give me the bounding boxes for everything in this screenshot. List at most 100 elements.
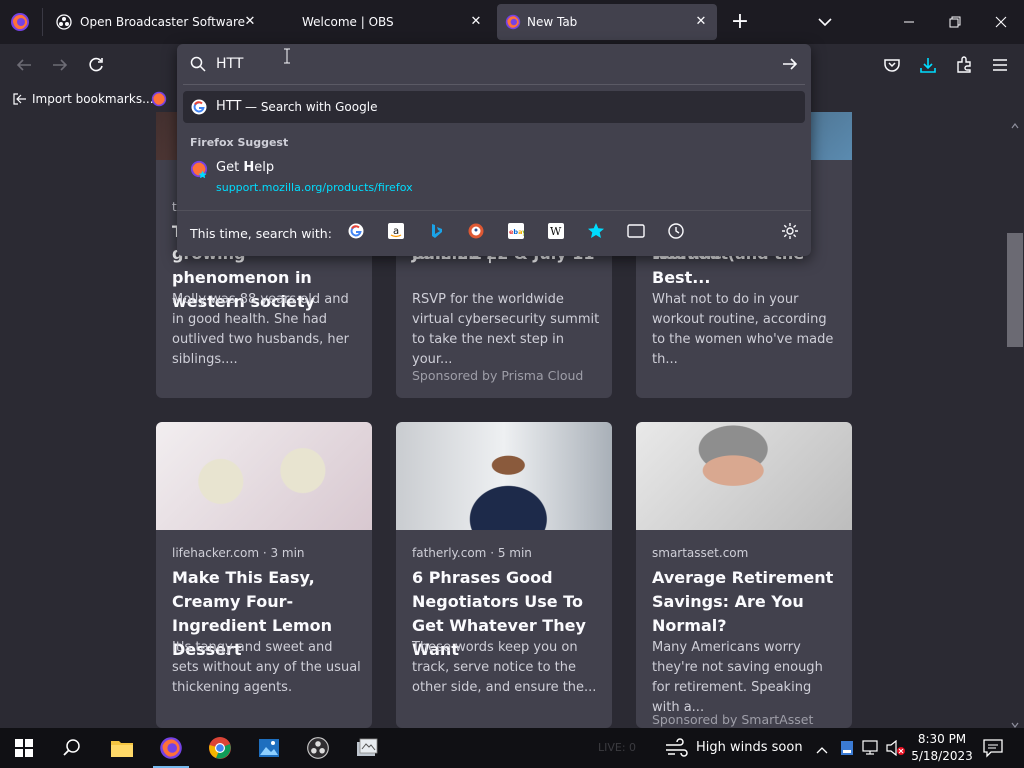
tab-title: Welcome | OBS bbox=[302, 15, 394, 29]
story-thumbnail bbox=[156, 422, 372, 530]
story-excerpt: RSVP for the worldwide virtual cybersecu… bbox=[412, 292, 600, 367]
import-bookmarks-label: Import bookmarks... bbox=[32, 92, 154, 106]
history-search-clock-icon[interactable] bbox=[666, 221, 686, 241]
suggestion-title-bold: H bbox=[243, 160, 255, 175]
ebay-search-engine-icon[interactable]: ebay bbox=[506, 221, 526, 241]
windows-search-icon[interactable] bbox=[48, 728, 96, 768]
bing-search-engine-icon[interactable] bbox=[426, 221, 446, 241]
amazon-search-engine-icon[interactable]: a bbox=[386, 221, 406, 241]
close-tab-icon[interactable]: ✕ bbox=[468, 14, 484, 30]
firefox-help-icon bbox=[190, 160, 208, 179]
story-card[interactable]: smartasset.com Average Retirement Saving… bbox=[636, 422, 852, 728]
search-settings-gear-icon[interactable] bbox=[780, 221, 800, 241]
downloads-icon[interactable] bbox=[914, 51, 942, 79]
svg-text:a: a bbox=[393, 226, 399, 237]
story-excerpt: It's tangy and sweet and sets without an… bbox=[172, 640, 361, 695]
network-icon[interactable] bbox=[862, 740, 880, 756]
firefox-tab-icon bbox=[505, 14, 521, 30]
story-excerpt: These words keep you on track, serve not… bbox=[412, 640, 597, 695]
page-scrollbar[interactable] bbox=[1006, 112, 1024, 728]
live-indicator: LIVE: 0 bbox=[598, 741, 637, 754]
new-tab-plus-icon[interactable]: + bbox=[728, 10, 752, 34]
search-with-label: This time, search with: bbox=[190, 226, 332, 241]
tab-divider bbox=[42, 8, 43, 36]
show-hidden-icons-chevron-icon[interactable] bbox=[816, 742, 828, 754]
tray-app-icon[interactable] bbox=[840, 740, 854, 756]
app-taskbar-icon[interactable] bbox=[343, 728, 391, 768]
back-arrow-icon[interactable] bbox=[10, 51, 38, 79]
clock-time[interactable]: 8:30 PM bbox=[912, 732, 972, 746]
suggestion-title-pre: Get bbox=[216, 160, 244, 175]
action-center-notification-icon[interactable] bbox=[982, 738, 1004, 758]
firefox-suggest-row[interactable]: Get Help support.mozilla.org/products/fi… bbox=[183, 154, 805, 198]
firefox-taskbar-icon[interactable] bbox=[147, 728, 195, 768]
tabs-search-icon[interactable] bbox=[626, 221, 646, 241]
hamburger-menu-icon[interactable] bbox=[986, 51, 1014, 79]
story-title: Average Retirement Savings: Are You Norm… bbox=[652, 568, 834, 635]
firefox-suggest-heading: Firefox Suggest bbox=[190, 136, 289, 149]
suggestion-url[interactable]: support.mozilla.org/products/firefox bbox=[216, 181, 413, 194]
minimize-window-icon[interactable] bbox=[886, 0, 932, 44]
story-thumbnail bbox=[396, 422, 612, 530]
obs-taskbar-icon[interactable] bbox=[294, 728, 342, 768]
story-source: smartasset.com bbox=[652, 546, 749, 560]
svg-text:W: W bbox=[550, 225, 562, 238]
bookmarks-search-star-icon[interactable] bbox=[586, 221, 606, 241]
obs-tab-icon bbox=[56, 14, 72, 30]
close-tab-icon[interactable]: ✕ bbox=[693, 14, 709, 30]
tab-obs-software[interactable]: Open Broadcaster Software | OBS ✕ bbox=[48, 4, 266, 40]
google-search-engine-icon[interactable] bbox=[346, 221, 366, 241]
chrome-taskbar-icon[interactable] bbox=[196, 728, 244, 768]
suggestion-query: HTT bbox=[216, 99, 242, 114]
tab-strip: Open Broadcaster Software | OBS ✕ Welcom… bbox=[0, 0, 1024, 44]
close-window-icon[interactable] bbox=[978, 0, 1024, 44]
go-arrow-icon[interactable] bbox=[781, 56, 799, 72]
weather-label[interactable]: High winds soon bbox=[696, 740, 803, 755]
tab-welcome-obs[interactable]: Welcome | OBS ✕ bbox=[292, 4, 492, 40]
tab-new-tab[interactable]: New Tab ✕ bbox=[497, 4, 717, 40]
search-icon bbox=[190, 56, 206, 72]
import-bookmarks-button[interactable]: Import bookmarks... bbox=[12, 90, 154, 108]
scrollbar-thumb[interactable] bbox=[1007, 233, 1023, 347]
file-explorer-icon[interactable] bbox=[98, 728, 146, 768]
bookmark-favicon-icon[interactable] bbox=[151, 91, 167, 107]
story-card[interactable]: lifehacker.com · 3 min Make This Easy, C… bbox=[156, 422, 372, 728]
story-excerpt: What not to do in your workout routine, … bbox=[652, 292, 834, 367]
volume-muted-icon[interactable] bbox=[886, 739, 906, 757]
import-icon bbox=[12, 91, 28, 107]
story-source: lifehacker.com · 3 min bbox=[172, 546, 305, 560]
tab-title: Open Broadcaster Software | OBS bbox=[80, 15, 246, 29]
forward-arrow-icon[interactable] bbox=[46, 51, 74, 79]
search-suggestion-row[interactable]: HTT — Search with Google bbox=[183, 91, 805, 123]
close-tab-icon[interactable]: ✕ bbox=[242, 14, 258, 30]
extensions-icon[interactable] bbox=[950, 51, 978, 79]
sponsored-label: Sponsored by SmartAsset bbox=[652, 712, 814, 727]
suggestion-action: — Search with Google bbox=[245, 100, 378, 114]
clock-date[interactable]: 5/18/2023 bbox=[908, 749, 976, 763]
google-icon bbox=[191, 99, 207, 115]
suggestion-title: Get Help bbox=[216, 160, 274, 175]
weather-wind-icon[interactable] bbox=[664, 738, 688, 758]
story-excerpt: Molly was 88 years old and in good healt… bbox=[172, 292, 349, 367]
svg-text:ebay: ebay bbox=[509, 228, 524, 236]
photos-taskbar-icon[interactable] bbox=[245, 728, 293, 768]
address-bar-input[interactable] bbox=[216, 53, 756, 75]
urlbar-footer-separator bbox=[177, 210, 811, 211]
tab-title: New Tab bbox=[527, 15, 578, 29]
story-card[interactable]: fatherly.com · 5 min 6 Phrases Good Nego… bbox=[396, 422, 612, 728]
suggestion-title-rest: elp bbox=[254, 160, 275, 175]
scroll-down-arrow-icon[interactable] bbox=[1011, 714, 1019, 728]
firefox-menu-icon[interactable] bbox=[10, 12, 30, 32]
pocket-icon[interactable] bbox=[878, 51, 906, 79]
story-thumbnail bbox=[636, 422, 852, 530]
list-all-tabs-chevron-icon[interactable] bbox=[814, 12, 836, 32]
windows-start-icon[interactable] bbox=[0, 728, 48, 768]
reload-icon[interactable] bbox=[82, 51, 110, 79]
wikipedia-search-engine-icon[interactable]: W bbox=[546, 221, 566, 241]
story-source: t bbox=[172, 200, 177, 214]
duckduckgo-search-engine-icon[interactable] bbox=[466, 221, 486, 241]
address-bar-popup: HTT — Search with Google Firefox Suggest… bbox=[177, 44, 811, 256]
scroll-up-arrow-icon[interactable] bbox=[1011, 115, 1019, 129]
restore-window-icon[interactable] bbox=[932, 0, 978, 44]
story-excerpt: Many Americans worry they're not saving … bbox=[652, 640, 823, 715]
